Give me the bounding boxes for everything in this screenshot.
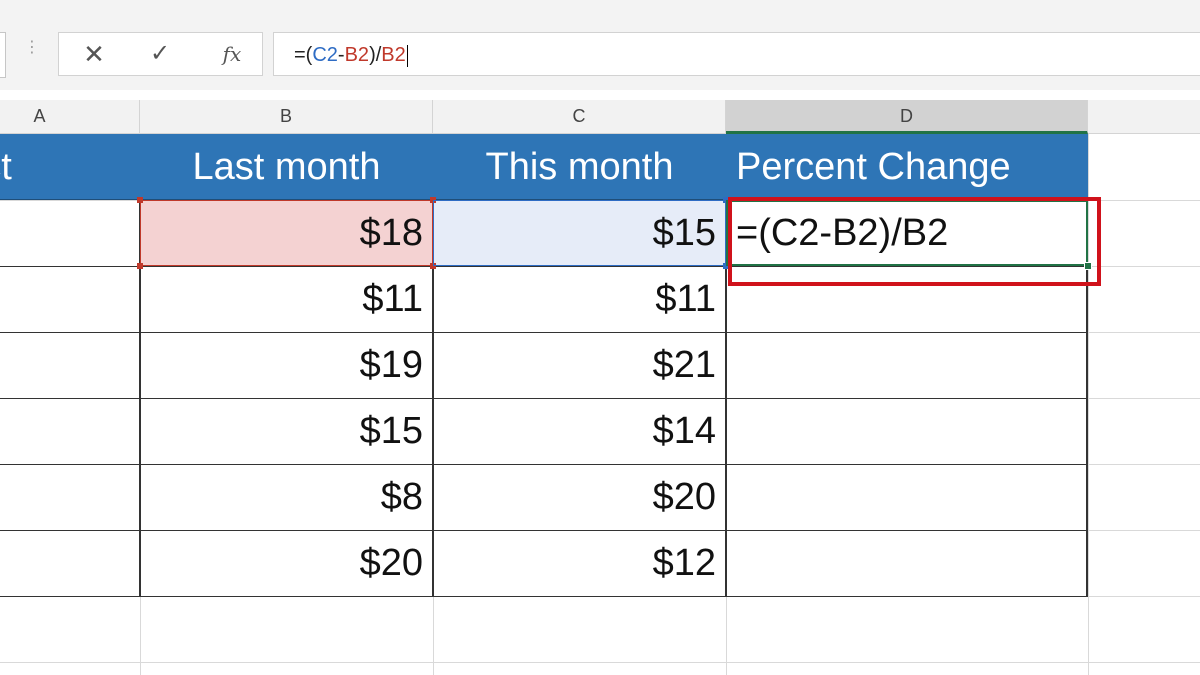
cell-this-month[interactable]: $11 [433,266,726,332]
cell-last-month[interactable]: $19 [140,332,433,398]
column-header-b[interactable]: B [140,100,433,133]
reference-border-c2 [433,200,726,266]
formula-ref-c2: C2 [312,44,338,66]
column-header-e[interactable] [1088,100,1200,133]
formula-text: =(C2-B2)/B2 [294,42,408,68]
column-header-row: A B C D [0,100,1200,134]
table-row: $20 $12 [0,530,1088,597]
formula-input[interactable]: =(C2-B2)/B2 [273,32,1200,76]
header-percent-change[interactable]: Percent Change [726,134,1088,200]
cell-product[interactable] [0,530,140,596]
cancel-icon[interactable]: ✕ [81,39,107,69]
insert-function-icon[interactable]: fx [214,39,250,69]
header-last-month[interactable]: Last month [140,134,433,200]
formula-part: - [337,44,345,66]
formula-ref-b2: B2 [381,44,406,66]
formula-bar-grip-icon[interactable]: ⋮ [24,40,40,56]
name-box[interactable] [0,32,6,78]
table-row: s $8 $20 [0,464,1088,531]
cell-this-month[interactable]: $12 [433,530,726,596]
formula-bar: ⋮ ✕ ✓ fx =(C2-B2)/B2 [0,0,1200,90]
cell-percent-change[interactable] [726,530,1088,596]
formula-part: =( [294,44,313,66]
formula-part: )/ [369,44,382,66]
cell-last-month[interactable]: $8 [140,464,433,530]
cell-product[interactable]: es [0,398,140,464]
formula-ref-b2: B2 [344,44,370,66]
resize-handle[interactable] [137,263,143,269]
highlight-callout-box [728,197,1101,286]
enter-icon[interactable]: ✓ [147,39,173,69]
cell-percent-change[interactable] [726,464,1088,530]
cell-last-month[interactable]: $20 [140,530,433,596]
cell-product[interactable] [0,332,140,398]
cell-product[interactable]: as [0,266,140,332]
header-product[interactable]: duct [0,134,140,200]
cell-this-month[interactable]: $20 [433,464,726,530]
header-this-month[interactable]: This month [433,134,726,200]
gridline [0,662,1200,663]
cell-product[interactable]: s [0,464,140,530]
cell-last-month[interactable]: $11 [140,266,433,332]
column-header-c[interactable]: C [433,100,726,133]
reference-border-b2 [140,200,433,266]
cell-last-month[interactable]: $15 [140,398,433,464]
cell-percent-change[interactable] [726,332,1088,398]
column-header-d[interactable]: D [726,100,1088,134]
column-header-a[interactable]: A [0,100,140,133]
text-caret [406,44,408,67]
cell-product[interactable]: es [0,200,140,266]
worksheet-grid[interactable]: duct Last month This month Percent Chang… [0,134,1200,675]
cell-this-month[interactable]: $21 [433,332,726,398]
table-row: es $15 $14 [0,398,1088,465]
cell-this-month[interactable]: $14 [433,398,726,464]
table-row: $19 $21 [0,332,1088,399]
resize-handle[interactable] [137,197,143,203]
table-header-row: duct Last month This month Percent Chang… [0,134,1088,200]
formula-bar-buttons: ✕ ✓ fx [58,32,263,76]
cell-percent-change[interactable] [726,398,1088,464]
